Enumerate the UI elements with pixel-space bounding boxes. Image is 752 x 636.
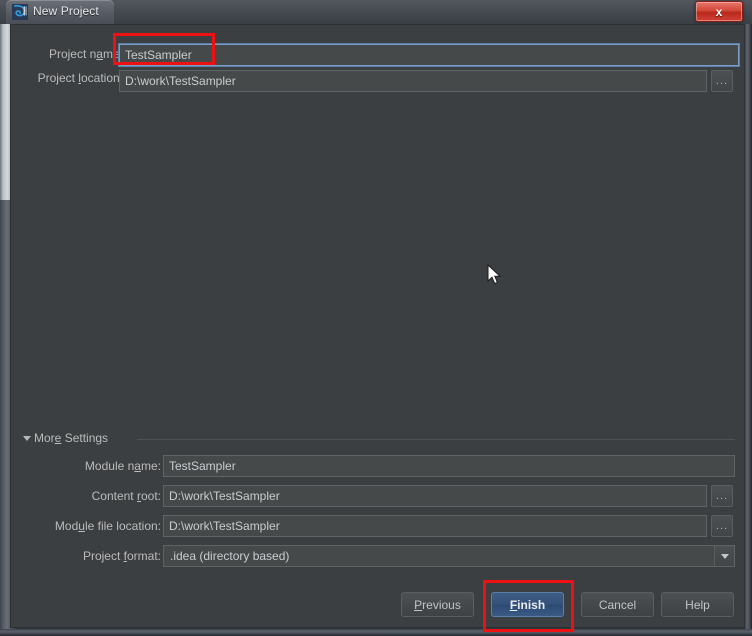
previous-button-label: Previous [414, 597, 461, 612]
triangle-down-icon [23, 436, 31, 441]
content-root-input[interactable] [163, 485, 707, 507]
close-button[interactable]: x [695, 1, 743, 22]
mnemonic-char: P [414, 597, 423, 612]
more-settings-toggle[interactable]: More Settings [19, 431, 735, 447]
section-divider [137, 439, 735, 440]
ellipsis-icon: ... [715, 520, 729, 532]
finish-button[interactable]: Finish [491, 592, 564, 617]
module-name-input[interactable] [163, 455, 735, 477]
more-settings-label: More Settings [34, 431, 109, 445]
window-border-bottom [0, 629, 752, 636]
chevron-down-icon[interactable] [714, 546, 734, 566]
project-location-label: Project location: [37, 71, 123, 85]
project-name-input[interactable] [119, 44, 739, 66]
window-title: New Project [33, 4, 99, 18]
window-titlebar[interactable]: New Project x [0, 0, 752, 24]
help-button[interactable]: Help [661, 592, 734, 617]
project-name-label: Project name: [48, 47, 123, 61]
project-format-label: Project format: [82, 549, 161, 563]
module-name-label: Module name: [84, 459, 161, 473]
finish-button-label: Finish [509, 597, 546, 612]
help-button-label: Help [685, 597, 710, 612]
window-border-right [745, 0, 752, 636]
intellij-idea-icon [12, 4, 28, 20]
content-root-browse-button[interactable]: ... [711, 485, 733, 507]
project-location-input[interactable] [119, 70, 707, 92]
cancel-button-label: Cancel [598, 597, 637, 612]
previous-button[interactable]: Previous [401, 592, 474, 617]
ellipsis-icon: ... [715, 75, 729, 87]
content-root-label: Content root: [91, 489, 161, 503]
new-project-dialog: Project name: Project location: ... More… [10, 24, 745, 628]
module-file-location-input[interactable] [163, 515, 707, 537]
mnemonic-char: a [96, 47, 103, 61]
ellipsis-icon: ... [715, 490, 729, 502]
mouse-cursor [487, 263, 503, 288]
application-window: New Project x Project name: Project loca… [0, 0, 752, 636]
cancel-button[interactable]: Cancel [581, 592, 654, 617]
module-file-location-label: Module file location: [54, 519, 161, 533]
mnemonic-char: a [134, 459, 141, 473]
close-icon: x [715, 4, 723, 19]
module-file-location-browse-button[interactable]: ... [711, 515, 733, 537]
project-format-value: .idea (directory based) [170, 549, 290, 563]
project-location-browse-button[interactable]: ... [711, 70, 733, 92]
project-format-select[interactable]: .idea (directory based) [163, 545, 735, 567]
mnemonic-char: u [78, 519, 85, 533]
